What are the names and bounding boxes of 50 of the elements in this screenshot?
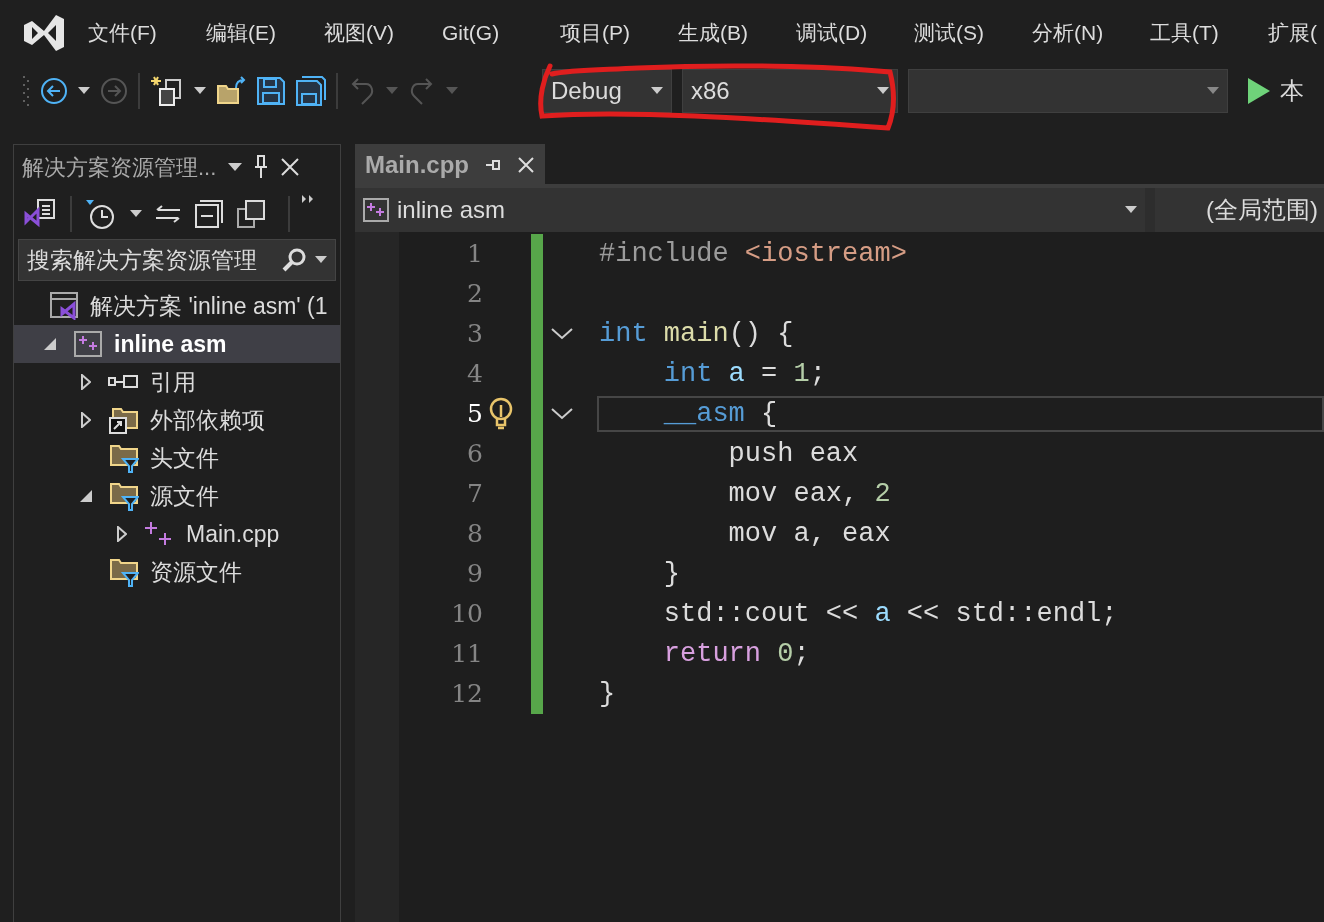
menu-item[interactable]: 工具(T) — [1150, 17, 1268, 49]
menu-item[interactable]: 生成(B) — [678, 17, 796, 49]
line-number: 10 — [450, 598, 483, 631]
tree-item[interactable]: 引用 — [14, 363, 340, 401]
line-number: 8 — [466, 518, 483, 551]
code-line: int a = 1; — [662, 357, 826, 391]
configuration-dropdown[interactable]: Debug — [542, 69, 672, 113]
line-number: 6 — [466, 438, 483, 471]
menu-item[interactable]: 调试(D) — [796, 17, 914, 49]
tree-item[interactable]: 资源文件 — [14, 553, 340, 591]
menu-item[interactable]: 项目(P) — [560, 17, 678, 49]
tree-item[interactable]: 源文件 — [14, 477, 340, 515]
line-number: 1 — [466, 238, 483, 271]
line-number: 2 — [466, 278, 483, 311]
scope-dropdown[interactable]: (全局范围) — [1155, 188, 1324, 232]
menu-item[interactable]: 扩展( — [1268, 17, 1324, 49]
code-line: __asm { — [662, 397, 778, 431]
panel-title: 解决方案资源管理... — [22, 153, 217, 182]
tree-item[interactable]: inline asm — [14, 325, 340, 363]
line-number: 5 — [466, 398, 483, 431]
code-line: } — [662, 557, 680, 591]
code-line: #include <iostream> — [599, 237, 907, 271]
search-field[interactable]: 搜索解决方案资源管理 — [18, 239, 336, 281]
line-number: 4 — [466, 358, 483, 391]
code-line: int main() { — [599, 317, 794, 351]
project-dropdown[interactable]: inline asm — [355, 188, 1145, 232]
line-number: 3 — [466, 318, 483, 351]
run-button[interactable]: 本 — [1248, 73, 1304, 109]
tree-item[interactable]: 外部依赖项 — [14, 401, 340, 439]
tree-item[interactable]: Main.cpp — [14, 515, 340, 553]
editor-tab[interactable]: Main.cpp — [355, 144, 545, 184]
code-line: std::cout << a << std::endl; — [662, 597, 1118, 631]
platform-dropdown[interactable]: x86 — [682, 69, 898, 113]
line-number: 11 — [450, 638, 483, 671]
menu-item[interactable]: 分析(N) — [1032, 17, 1150, 49]
tree-item[interactable]: 解决方案 'inline asm' (1 — [14, 287, 340, 325]
code-line: mov a, eax — [727, 517, 891, 551]
line-number: 7 — [466, 478, 483, 511]
line-number: 9 — [466, 558, 483, 591]
menu-item[interactable]: 测试(S) — [914, 17, 1032, 49]
menu-item[interactable]: 文件(F) — [88, 17, 206, 49]
code-line: return 0; — [662, 637, 810, 671]
code-line: } — [599, 677, 616, 711]
menu-item[interactable]: 编辑(E) — [206, 17, 324, 49]
menu-item[interactable]: Git(G) — [442, 17, 560, 49]
menu-item[interactable]: 视图(V) — [324, 17, 442, 49]
code-line: push eax — [727, 437, 859, 471]
tree-item[interactable]: 头文件 — [14, 439, 340, 477]
code-line: mov eax, 2 — [727, 477, 891, 511]
line-number: 12 — [450, 678, 483, 711]
